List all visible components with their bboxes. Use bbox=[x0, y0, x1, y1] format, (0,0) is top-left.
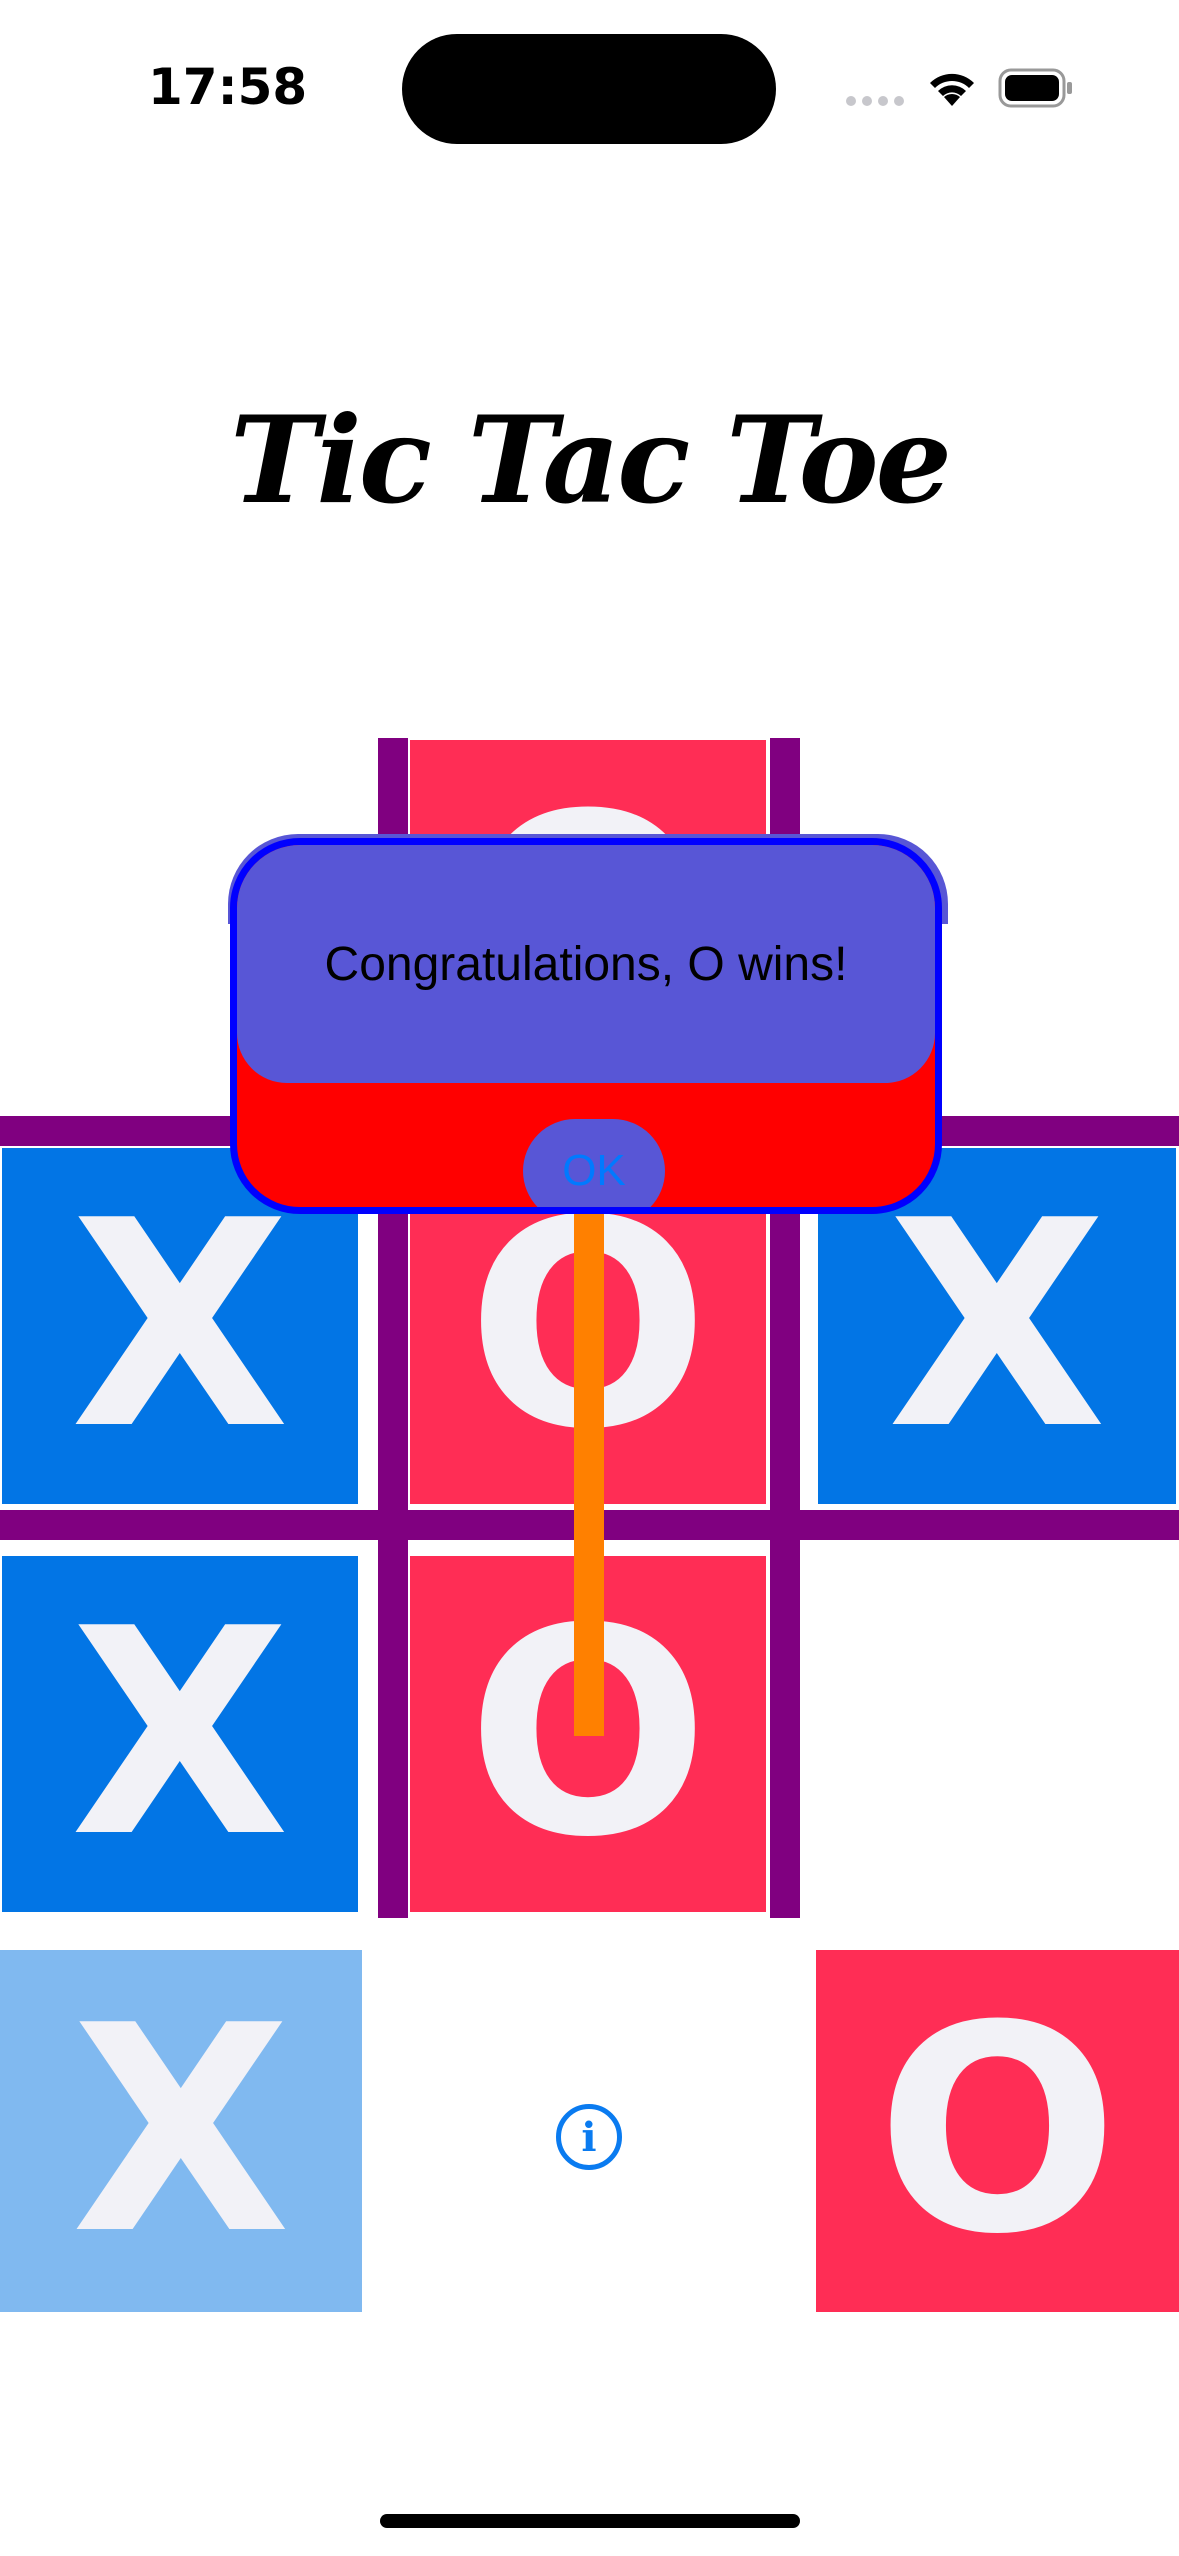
wifi-icon bbox=[930, 73, 974, 106]
winning-line bbox=[574, 1210, 604, 1736]
board-cell-9[interactable]: O bbox=[816, 1950, 1179, 2312]
cell-mark: X bbox=[71, 1964, 291, 2297]
cell-mark: X bbox=[70, 1567, 290, 1900]
dynamic-island bbox=[402, 34, 776, 144]
page-title: Tic Tac Toe bbox=[229, 390, 952, 531]
alert-message: Congratulations, O wins! bbox=[324, 938, 848, 991]
status-time: 17:58 bbox=[148, 58, 308, 116]
info-circle-icon[interactable]: i bbox=[556, 2104, 622, 2170]
battery-icon bbox=[998, 68, 1072, 108]
board-cell-8[interactable]: X bbox=[0, 1950, 362, 2312]
home-indicator bbox=[380, 2514, 800, 2528]
ok-button[interactable]: OK bbox=[523, 1119, 665, 1207]
win-alert-dialog: Congratulations, O wins! OK bbox=[230, 838, 942, 1214]
board-cell-6[interactable]: X bbox=[2, 1556, 358, 1912]
cellular-signal-icon bbox=[846, 96, 904, 108]
cell-mark: X bbox=[70, 1159, 290, 1492]
cell-mark: X bbox=[887, 1159, 1107, 1492]
cell-mark: O bbox=[876, 1964, 1119, 2297]
